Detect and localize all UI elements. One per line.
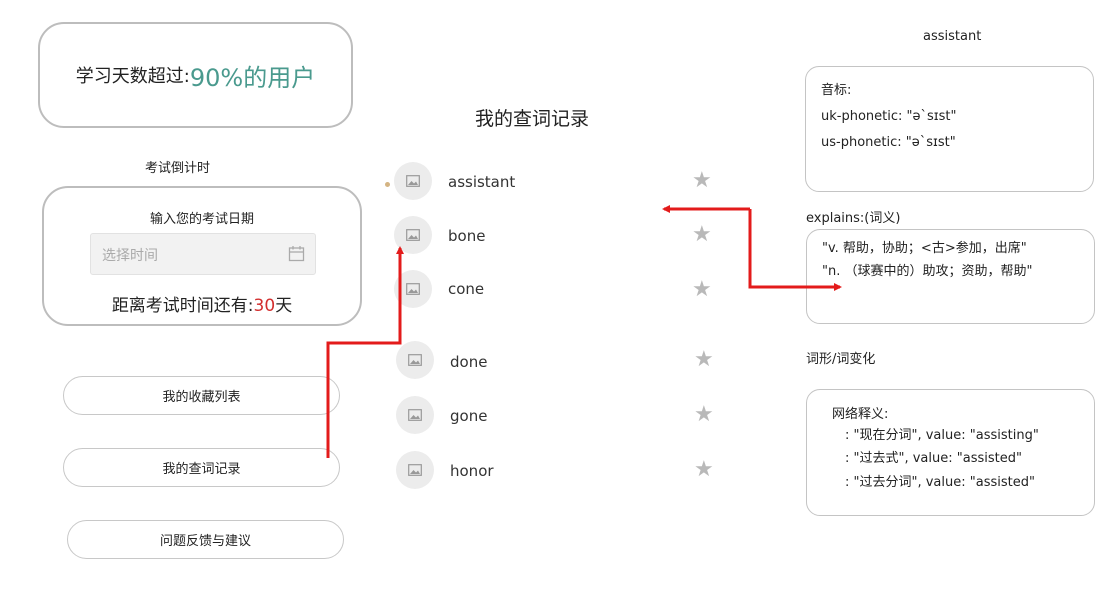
image-placeholder-icon [396,451,434,489]
star-icon[interactable]: ★ [692,170,712,192]
web-definition-item: : "过去式", value: "assisted" [845,451,1022,466]
history-list-title: 我的查词记录 [475,108,590,130]
history-word[interactable]: cone [448,280,484,298]
countdown-remaining: 距离考试时间还有:30天 [44,291,360,316]
detail-word-title: assistant [923,29,982,44]
us-phonetic: us-phonetic: "ə`sɪst" [821,135,956,150]
history-word[interactable]: bone [448,227,485,245]
remaining-prefix: 距离考试时间还有: [111,296,254,316]
calendar-icon[interactable] [288,245,305,262]
study-days-card: 学习天数超过: 90%的用户 [38,22,353,128]
history-word[interactable]: assistant [448,173,515,191]
explain-line: "n. （球赛中的）助攻；资助，帮助" [822,264,1033,279]
history-word[interactable]: honor [450,462,494,480]
list-dot [385,182,390,187]
star-icon[interactable]: ★ [694,349,714,371]
countdown-card: 输入您的考试日期 选择时间 距离考试时间还有:30天 [42,186,362,326]
feedback-button[interactable]: 问题反馈与建议 [67,520,344,559]
star-icon[interactable]: ★ [692,224,712,246]
favorites-label: 我的收藏列表 [162,390,241,405]
exam-date-picker[interactable]: 选择时间 [90,233,316,275]
study-days-prefix: 学习天数超过: [75,66,190,87]
word-forms-title: 词形/词变化 [806,352,876,367]
image-placeholder-icon [396,341,434,379]
web-definition-box: 网络释义: : "现在分词", value: "assisting" : "过去… [806,389,1095,516]
web-definition-item: : "现在分词", value: "assisting" [845,428,1039,443]
web-definition-title: 网络释义: [832,407,889,422]
history-word[interactable]: gone [450,407,487,425]
explain-line: "v. 帮助，协助；<古>参加，出席" [822,241,1027,256]
study-days-highlight: 90%的用户 [189,63,316,92]
phonetic-title: 音标: [821,83,852,98]
star-icon[interactable]: ★ [694,404,714,426]
image-placeholder-icon [394,270,432,308]
explains-title: explains:(词义) [806,211,901,226]
image-placeholder-icon [394,216,432,254]
web-definition-item: : "过去分词", value: "assisted" [845,475,1035,490]
star-icon[interactable]: ★ [692,279,712,301]
history-button[interactable]: 我的查词记录 [63,448,340,487]
feedback-label: 问题反馈与建议 [159,534,251,549]
history-label: 我的查词记录 [162,462,241,477]
image-placeholder-icon [396,396,434,434]
phonetic-box: 音标: uk-phonetic: "ə`sɪst" us-phonetic: "… [805,66,1094,192]
countdown-title: 考试倒计时 [145,161,211,176]
remaining-days: 30 [253,296,276,316]
remaining-suffix: 天 [275,296,293,316]
uk-phonetic: uk-phonetic: "ə`sɪst" [821,109,957,124]
exam-date-input[interactable]: 选择时间 [102,245,158,265]
favorites-button[interactable]: 我的收藏列表 [63,376,340,415]
exam-date-prompt: 输入您的考试日期 [149,212,254,227]
image-placeholder-icon [394,162,432,200]
history-word[interactable]: done [450,353,487,371]
explains-box: "v. 帮助，协助；<古>参加，出席" "n. （球赛中的）助攻；资助，帮助" [806,229,1095,324]
star-icon[interactable]: ★ [694,459,714,481]
